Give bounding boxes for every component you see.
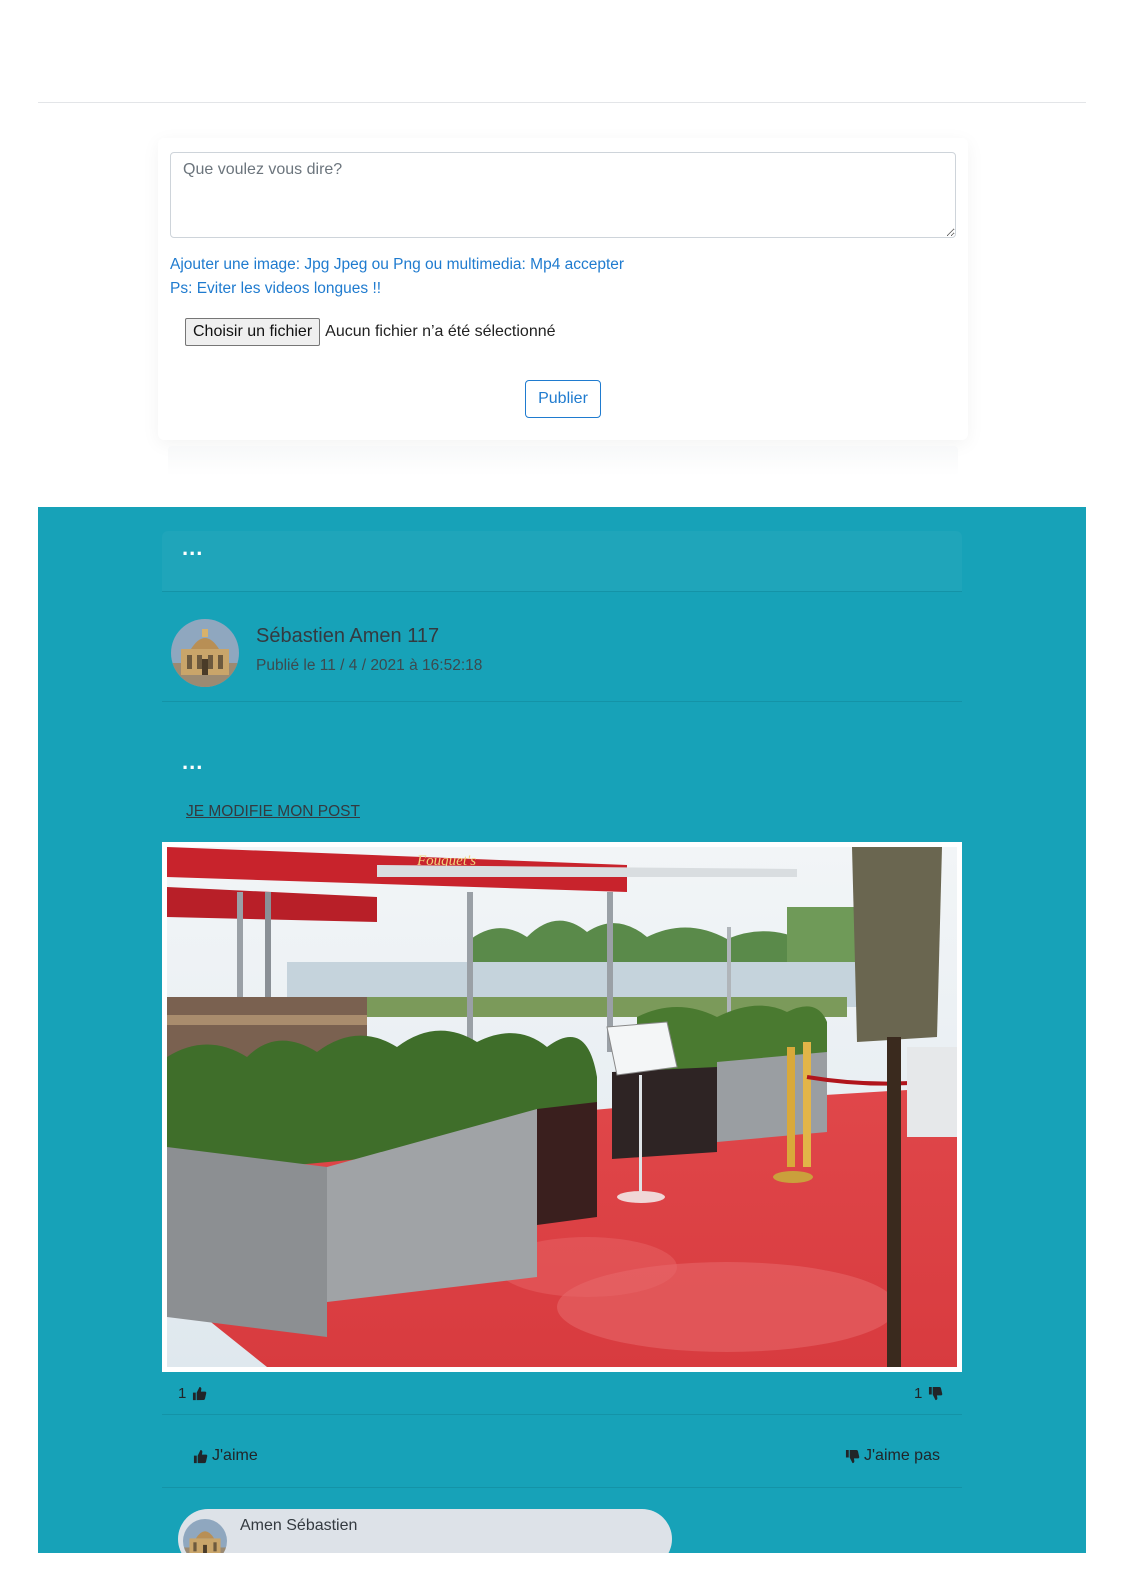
divider [162, 1487, 962, 1488]
file-status: Aucun fichier n’a été sélectionné [325, 323, 556, 340]
divider [162, 701, 962, 702]
thumbs-down-icon [929, 1386, 943, 1401]
header-divider [38, 102, 1086, 103]
upload-help-text: Ajouter une image: Jpg Jpeg ou Png ou mu… [170, 256, 625, 273]
divider [162, 1414, 962, 1415]
dislikes-count: 1 [914, 1385, 943, 1402]
post-image: Fouquet's [167, 847, 957, 1367]
post-card-header [162, 531, 962, 591]
author-avatar [171, 619, 239, 687]
post-date: Publié le 11 / 4 / 2021 à 16:52:18 [256, 657, 483, 674]
publish-button[interactable]: Publier [525, 380, 601, 418]
page-bottom [0, 1553, 1124, 1589]
comment-author-name[interactable]: Amen Sébastien [240, 1517, 357, 1535]
file-picker: Choisir un fichier Aucun fichier n’a été… [185, 318, 556, 346]
author-name[interactable]: Sébastien Amen 117 [256, 625, 439, 648]
dislikes-count-value: 1 [914, 1385, 923, 1402]
post-image-frame: Fouquet's [162, 842, 962, 1372]
post-feed: ... Sébastien Amen 117 Publié le 11 / 4 … [38, 507, 1086, 1553]
dislike-button[interactable]: J'aime pas [845, 1447, 940, 1465]
like-button-label: J'aime [212, 1447, 258, 1464]
dislike-button-label: J'aime pas [864, 1447, 940, 1464]
composer-shadow [168, 446, 958, 476]
post-content-text: ... [182, 749, 204, 774]
thumbs-down-icon [845, 1449, 860, 1463]
like-button[interactable]: J'aime [193, 1447, 258, 1465]
post-textarea[interactable] [170, 152, 956, 238]
post-options-menu[interactable]: ... [182, 537, 203, 559]
likes-count-value: 1 [178, 1385, 187, 1402]
edit-post-link[interactable]: JE MODIFIE MON POST [186, 803, 360, 821]
choose-file-button[interactable]: Choisir un fichier [185, 318, 321, 346]
video-warning-text: Ps: Eviter les videos longues !! [170, 280, 382, 297]
divider [162, 591, 962, 592]
likes-count: 1 [178, 1385, 207, 1402]
thumbs-up-icon [193, 1449, 208, 1463]
thumbs-up-icon [193, 1386, 207, 1401]
